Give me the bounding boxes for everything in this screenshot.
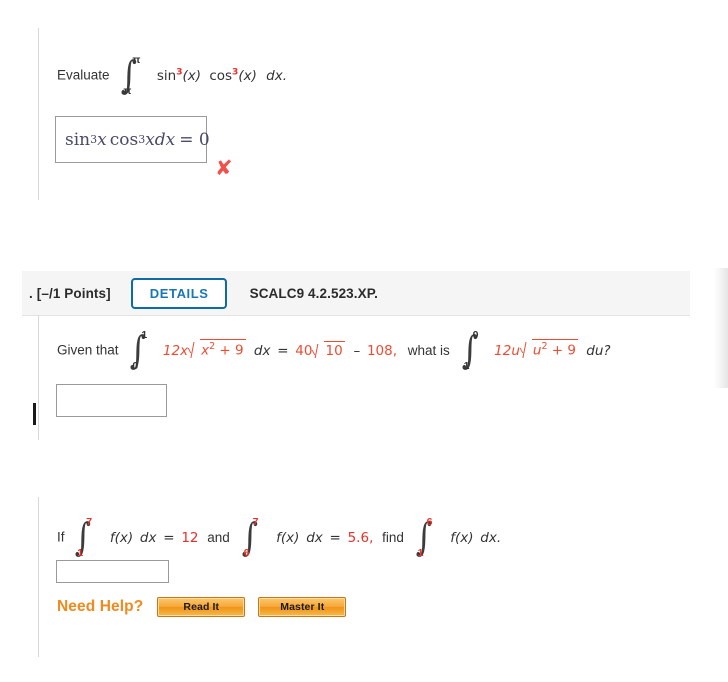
question-index-marker: .: [29, 285, 33, 301]
answer-input-2[interactable]: [56, 384, 167, 417]
sin-function: sin: [156, 67, 177, 84]
radicand-2a-base: x: [201, 342, 210, 359]
square-root-2b: u2 + 9: [521, 339, 578, 359]
integral-upper-limit: π: [132, 54, 141, 66]
answer-1-var-1: x: [97, 129, 107, 150]
result-2-minus: –: [353, 342, 361, 359]
problem-3-find-text: find: [382, 529, 404, 545]
problem-block-1: Evaluate ∫ π π sin3(x) cos3(x) dx. sin 3 x…: [38, 28, 679, 200]
answer-1-equals: = 0: [179, 129, 210, 150]
integrand-2a-coefficient: 12x: [162, 342, 189, 359]
problem-2-prompt: Given that ∫ 1 0 12x x2 + 9 dx = 40 10 – 1…: [57, 329, 611, 372]
radicand-2b-rest: + 9: [547, 342, 576, 359]
need-help-row: Need Help? Read It Master It: [57, 597, 359, 617]
integral-expression-2b: ∫ 0 1: [460, 329, 480, 372]
differential-3a: dx: [139, 529, 157, 546]
text-cursor-marker: [33, 403, 36, 425]
problem-1-prompt: Evaluate ∫ π π sin3(x) cos3(x) dx.: [57, 54, 287, 97]
integral-3a-upper-limit: 7: [86, 516, 93, 528]
integral-2b-lower-limit: 1: [463, 360, 470, 372]
differential-1: dx.: [266, 67, 287, 84]
question-code-label: SCALC9 4.2.523.XP.: [249, 285, 378, 301]
problem-3-conjunction: and: [207, 529, 230, 545]
integral-2b-upper-limit: 0: [472, 329, 479, 341]
problem-3-prompt: If ∫ 7 1 f(x) dx = 12 and ∫ 7 6 f(x) dx …: [57, 516, 502, 559]
integral-expression-3a: ∫ 7 1: [73, 516, 93, 559]
problem-block-2: Given that ∫ 1 0 12x x2 + 9 dx = 40 10 – 1…: [38, 315, 679, 440]
function-3b: f(x): [276, 529, 300, 546]
integral-3b-lower-limit: 6: [243, 547, 250, 559]
answer-1-cos-exponent: 3: [138, 133, 146, 146]
integral-3b-upper-limit: 7: [252, 516, 259, 528]
integral-3c-upper-limit: 6: [426, 516, 433, 528]
result-2-constant: 108,: [366, 342, 398, 359]
integrand-2a: 12x x2 + 9: [162, 339, 250, 359]
differential-3c: dx.: [480, 529, 502, 546]
square-root-2a: x2 + 9: [189, 339, 246, 359]
integral-expression-3b: ∫ 7 6: [240, 516, 260, 559]
integral-2a-upper-limit: 1: [141, 329, 148, 341]
question-header-bar: . [–/1 Points] DETAILS SCALC9 4.2.523.XP…: [22, 271, 690, 316]
integral-3c-lower-limit: 1: [417, 547, 424, 559]
integral-3a-lower-limit: 1: [77, 547, 84, 559]
problem-2-middle-text: what is: [407, 342, 450, 358]
radicand-2b: u2 + 9: [531, 339, 578, 359]
integral-lower-limit: π: [123, 85, 132, 97]
square-root-result-2: 10: [313, 340, 345, 359]
differential-2b: du?: [586, 342, 611, 359]
radicand-result-2: 10: [324, 340, 345, 359]
incorrect-mark-icon: ✘: [215, 156, 233, 180]
answer-1-var-2: xdx: [145, 129, 176, 150]
equals-3b: =: [329, 529, 341, 546]
equals-2a: =: [277, 342, 289, 359]
master-it-button[interactable]: Master It: [258, 597, 347, 617]
problem-3-prefix: If: [57, 529, 65, 545]
cos-argument: (x): [238, 67, 257, 84]
integral-expression-1: ∫ π π: [119, 54, 140, 97]
problem-1-prompt-prefix: Evaluate: [57, 67, 110, 83]
answer-1-sin-exponent: 3: [90, 133, 98, 146]
problem-block-3: If ∫ 7 1 f(x) dx = 12 and ∫ 7 6 f(x) dx …: [38, 497, 679, 657]
read-it-button[interactable]: Read It: [157, 597, 246, 617]
answer-1-cos: cos: [109, 129, 139, 150]
answer-1-sin: sin: [65, 129, 91, 150]
equals-3a: =: [163, 529, 175, 546]
integrand-2b: 12u u2 + 9: [494, 339, 582, 359]
integrand-1: sin3(x) cos3(x) dx.: [156, 67, 287, 84]
function-3a: f(x): [109, 529, 134, 546]
result-2-coefficient: 40: [295, 342, 313, 359]
radicand-2a-rest: + 9: [215, 342, 244, 359]
integrand-2b-coefficient: 12u: [494, 342, 520, 359]
radicand-2a: x2 + 9: [200, 339, 246, 359]
panel-right-edge: [714, 268, 728, 388]
sin-argument: (x): [182, 67, 202, 84]
details-button[interactable]: DETAILS: [130, 277, 227, 309]
problem-2-prefix: Given that: [57, 342, 119, 358]
function-3c: f(x): [450, 529, 474, 546]
integral-expression-2a: ∫ 1 0: [128, 329, 148, 372]
cos-function: cos: [209, 67, 233, 84]
differential-2a: dx: [253, 342, 271, 359]
integral-expression-3c: ∫ 6 1: [414, 516, 434, 559]
integral-2a-lower-limit: 0: [132, 360, 139, 372]
answer-input-3[interactable]: [56, 560, 169, 583]
differential-3b: dx: [306, 529, 323, 546]
answer-input-1[interactable]: sin 3 x cos 3 xdx = 0: [55, 116, 210, 163]
value-3b: 5.6,: [347, 529, 374, 546]
value-3a: 12: [181, 529, 199, 546]
need-help-label: Need Help?: [57, 598, 144, 615]
question-points-label: [–/1 Points]: [36, 285, 111, 301]
